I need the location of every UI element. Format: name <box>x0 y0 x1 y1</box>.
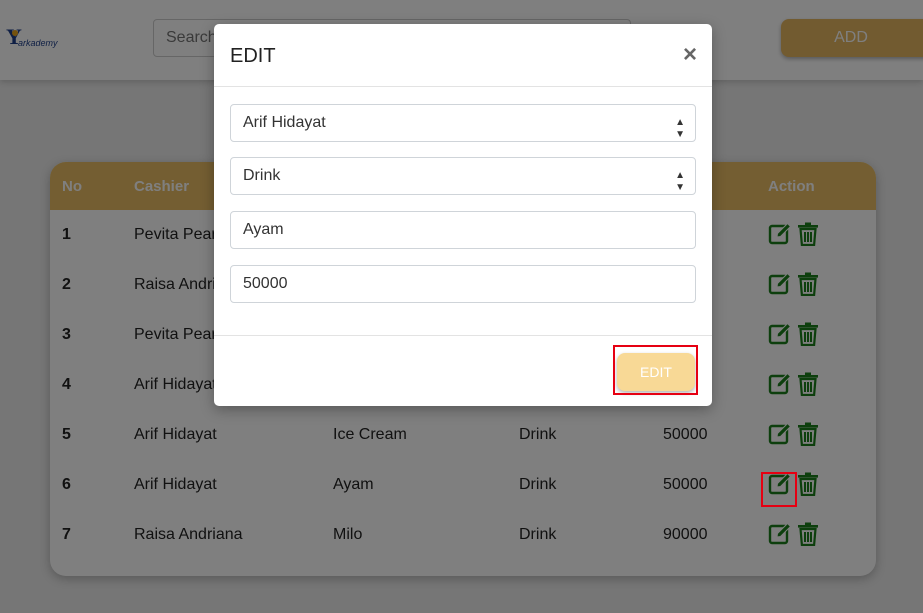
price-input[interactable]: 50000 <box>230 265 696 303</box>
product-name-input[interactable]: Ayam <box>230 211 696 249</box>
edit-submit-button[interactable]: EDIT <box>617 353 695 391</box>
cashier-select[interactable]: Arif Hidayat ▲ ▼ <box>230 104 696 142</box>
modal-footer: EDIT <box>214 335 712 406</box>
edit-modal: EDIT × Arif Hidayat ▲ ▼ Drink ▲ ▼ Ayam 500… <box>214 24 712 406</box>
category-select[interactable]: Drink ▲ ▼ <box>230 157 696 195</box>
select-arrows-icon: ▲ ▼ <box>675 117 685 140</box>
select-arrows-icon: ▲ ▼ <box>675 170 685 193</box>
modal-header: EDIT × <box>214 24 712 87</box>
close-button[interactable]: × <box>678 41 702 69</box>
modal-title: EDIT <box>230 45 276 67</box>
